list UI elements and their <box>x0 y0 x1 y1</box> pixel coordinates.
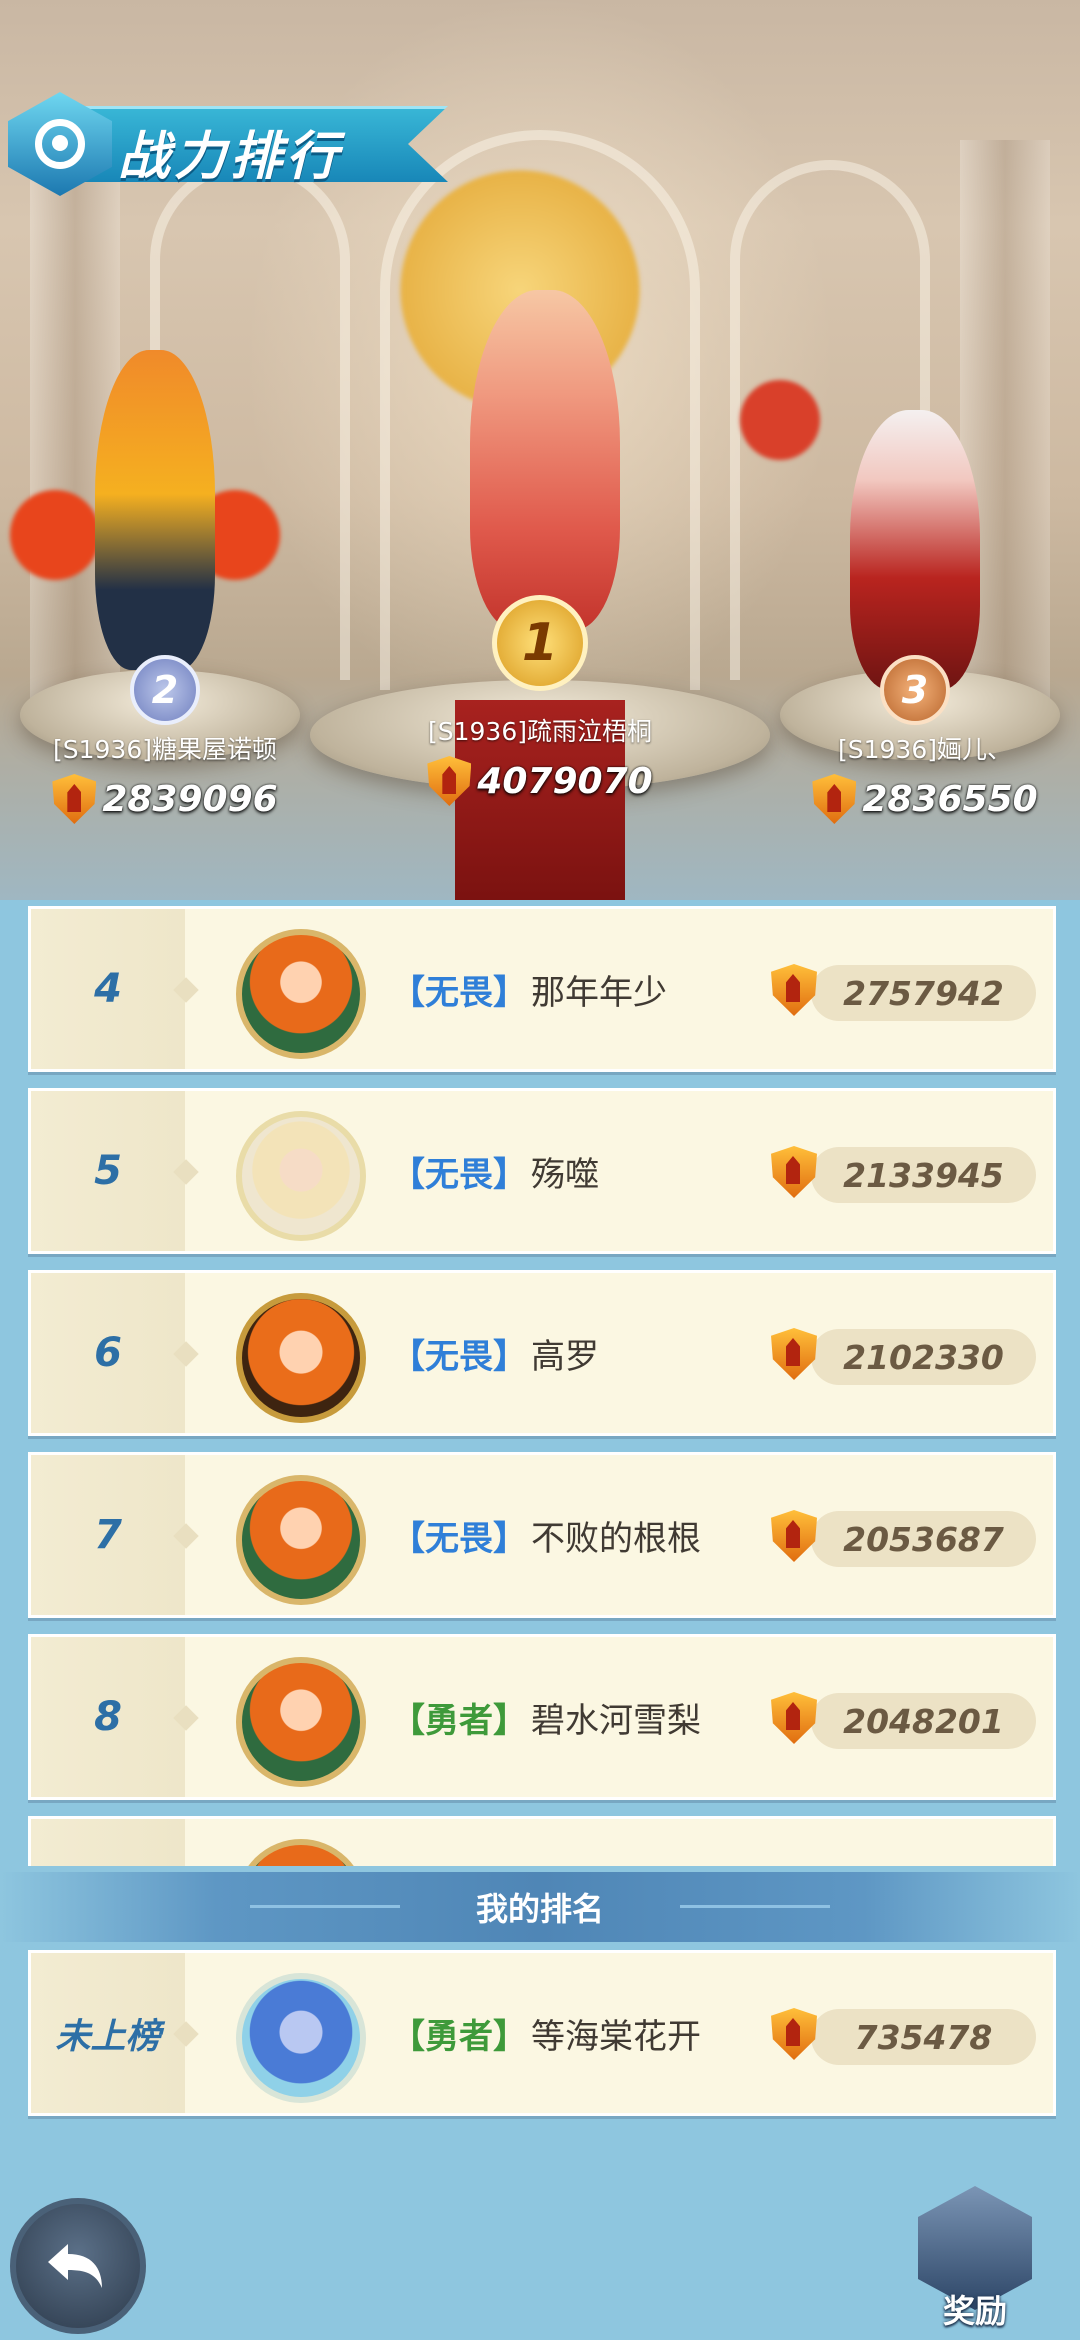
rank-number: 8 <box>94 1694 122 1740</box>
guild-tag: 【无畏】 <box>391 972 527 1013</box>
player-name: [S1936]婳儿、 <box>838 735 1012 764</box>
my-rank-status: 未上榜 <box>55 2016 161 2057</box>
power-display: 2839096 <box>20 774 310 824</box>
hero-rank-2[interactable] <box>10 350 290 690</box>
my-ranking-header: 我的排名 <box>0 1872 1080 1942</box>
my-ranking-title: 我的排名 <box>475 1890 604 1928</box>
ranking-row[interactable]: 4 【无畏】 那年年少 2757942 <box>28 906 1056 1072</box>
rank-number: 5 <box>94 1148 122 1194</box>
player-name-text: 不败的根根 <box>531 1518 701 1559</box>
medal-number: 2 <box>151 668 179 712</box>
hero-rank-3[interactable] <box>700 300 1060 690</box>
hero-rank-1[interactable] <box>380 170 700 650</box>
ranking-row[interactable]: 7 【无畏】 不败的根根 2053687 <box>28 1452 1056 1618</box>
my-ranking-row[interactable]: 未上榜 【勇者】 等海棠花开 735478 <box>28 1950 1056 2116</box>
power-value: 2836550 <box>862 778 1038 820</box>
rank-2-medal: 2 <box>130 655 200 725</box>
player-name: 【勇者】 碧水河雪梨 <box>391 1637 701 1797</box>
player-name-text: 碧水河雪梨 <box>531 1700 701 1741</box>
power-value: 2757942 <box>843 973 1004 1013</box>
rank-number: 6 <box>94 1330 122 1376</box>
player-name: [S1936]糖果屋诺顿 <box>53 735 277 764</box>
rank-3-medal: 3 <box>880 655 950 725</box>
player-name: 【无畏】 那年年少 <box>391 909 667 1069</box>
guild-tag: 【勇者】 <box>391 2016 527 2057</box>
title-banner: 战力排行 <box>8 92 448 196</box>
power-shield-icon <box>427 756 472 806</box>
player-name-text: 高罗 <box>531 1336 599 1377</box>
avatar[interactable] <box>236 1111 366 1241</box>
top-entry-rank-3[interactable]: [S1936]婳儿、 2836550 <box>790 730 1060 824</box>
power-value: 2048201 <box>843 1701 1004 1741</box>
ranking-row[interactable] <box>28 1816 1056 1866</box>
rank-cell <box>31 1819 185 1866</box>
page-title: 战力排行 <box>118 127 343 187</box>
power-value: 2053687 <box>843 1519 1004 1559</box>
ranking-row[interactable]: 8 【勇者】 碧水河雪梨 2048201 <box>28 1634 1056 1800</box>
power-value: 2102330 <box>843 1337 1004 1377</box>
guild-tag: 【无畏】 <box>391 1518 527 1559</box>
reward-label: 奖励 <box>942 2292 1007 2330</box>
power-shield-icon <box>52 774 97 824</box>
power-value: 2839096 <box>102 778 278 820</box>
avatar[interactable] <box>236 929 366 1059</box>
player-name: 【无畏】 殇噬 <box>391 1091 599 1251</box>
avatar[interactable] <box>236 1973 366 2103</box>
player-name-text: 等海棠花开 <box>531 2016 701 2057</box>
player-name: 【无畏】 高罗 <box>391 1273 599 1433</box>
guild-tag: 【无畏】 <box>391 1336 527 1377</box>
player-name: [S1936]疏雨泣梧桐 <box>428 717 652 746</box>
medal-number: 1 <box>521 613 559 673</box>
rank-number: 7 <box>94 1512 122 1558</box>
top-entry-rank-1[interactable]: [S1936]疏雨泣梧桐 4079070 <box>390 712 690 806</box>
top-entry-rank-2[interactable]: [S1936]糖果屋诺顿 2839096 <box>20 730 310 824</box>
ranking-list[interactable]: 4 【无畏】 那年年少 2757942 5 【无畏】 殇噬 2133945 6 【无… <box>28 906 1056 1866</box>
rank-number: 4 <box>94 966 122 1012</box>
power-display: 4079070 <box>390 756 690 806</box>
power-value: 4079070 <box>477 760 653 802</box>
guild-tag: 【勇者】 <box>391 1700 527 1741</box>
ranking-row[interactable]: 6 【无畏】 高罗 2102330 <box>28 1270 1056 1436</box>
player-name: 【无畏】 不败的根根 <box>391 1455 701 1615</box>
player-name: 【勇者】 等海棠花开 <box>391 1953 701 2113</box>
guild-tag: 【无畏】 <box>391 1154 527 1195</box>
avatar[interactable] <box>236 1293 366 1423</box>
player-name-text: 殇噬 <box>531 1154 599 1195</box>
power-value: 735478 <box>854 2017 993 2057</box>
header-ornament <box>250 1905 400 1908</box>
medal-number: 3 <box>901 668 929 712</box>
power-display: 2836550 <box>790 774 1060 824</box>
power-shield-icon <box>812 774 857 824</box>
reward-button[interactable]: 奖励 <box>910 2186 1040 2336</box>
back-arrow-icon <box>48 2244 102 2288</box>
avatar[interactable] <box>236 1839 366 1866</box>
rank-1-medal: 1 <box>492 595 588 691</box>
back-button[interactable] <box>10 2198 146 2334</box>
player-name-text: 那年年少 <box>531 972 667 1013</box>
header-ornament <box>680 1905 830 1908</box>
avatar[interactable] <box>236 1657 366 1787</box>
ranking-row[interactable]: 5 【无畏】 殇噬 2133945 <box>28 1088 1056 1254</box>
power-value: 2133945 <box>843 1155 1004 1195</box>
avatar[interactable] <box>236 1475 366 1605</box>
